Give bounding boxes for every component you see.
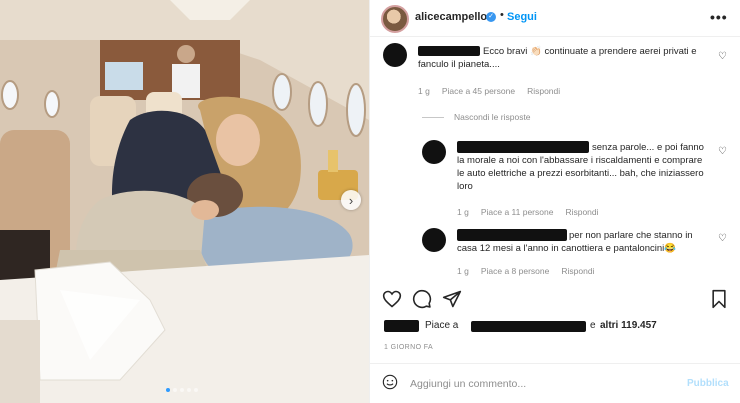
comment-meta: 1 g Piace a 8 persone Rispondi bbox=[457, 266, 594, 276]
comment-icon[interactable] bbox=[412, 289, 432, 309]
carousel-dot bbox=[194, 388, 198, 392]
avatar[interactable] bbox=[422, 228, 446, 252]
post-actions bbox=[370, 285, 740, 315]
reply-button[interactable]: Rispondi bbox=[561, 266, 594, 276]
username[interactable]: alicecampello bbox=[415, 11, 487, 23]
comment-text: Ecco bravi 👏🏻 continuate a prendere aere… bbox=[418, 46, 697, 70]
comment-age: 1 g bbox=[457, 207, 469, 217]
comment-age: 1 g bbox=[457, 266, 469, 276]
hide-replies-label: Nascondi le risposte bbox=[454, 112, 531, 122]
next-slide-button[interactable]: › bbox=[341, 190, 361, 210]
instagram-post-view: › alicecampello ✓ • Segui ••• Ecco bravi… bbox=[0, 0, 740, 403]
verified-badge-icon: ✓ bbox=[486, 12, 496, 22]
post-photo[interactable]: › bbox=[0, 0, 369, 403]
redacted-avatar bbox=[384, 320, 419, 332]
reply-button[interactable]: Rispondi bbox=[565, 207, 598, 217]
separator-bullet: • bbox=[500, 9, 504, 21]
carousel-indicator bbox=[166, 388, 198, 392]
comments-list[interactable]: Ecco bravi 👏🏻 continuate a prendere aere… bbox=[370, 37, 740, 280]
comment-likes[interactable]: Piace a 45 persone bbox=[442, 86, 515, 96]
avatar[interactable] bbox=[422, 140, 446, 164]
publish-button[interactable]: Pubblica bbox=[687, 378, 729, 389]
emoji-icon[interactable] bbox=[382, 374, 398, 390]
more-options-icon[interactable]: ••• bbox=[710, 9, 728, 25]
carousel-dot bbox=[166, 388, 170, 392]
reply-text: senza parole... e poi fanno la morale a … bbox=[457, 142, 704, 192]
heart-icon[interactable]: ♡ bbox=[718, 233, 727, 244]
reply-text: per non parlare che stanno in casa 12 me… bbox=[457, 230, 693, 254]
comment-input[interactable]: Aggiungi un commento... bbox=[410, 378, 526, 390]
heart-icon[interactable]: ♡ bbox=[718, 51, 727, 62]
likes-others[interactable]: altri 119.457 bbox=[600, 320, 657, 331]
comment-meta: 1 g Piace a 45 persone Rispondi bbox=[418, 86, 560, 96]
photo-illustration bbox=[0, 0, 369, 403]
comment-likes[interactable]: Piace a 8 persone bbox=[481, 266, 550, 276]
comment-likes[interactable]: Piace a 11 persone bbox=[481, 207, 554, 217]
share-icon[interactable] bbox=[442, 289, 462, 309]
comment-age: 1 g bbox=[418, 86, 430, 96]
avatar[interactable] bbox=[381, 5, 409, 33]
like-heart-icon[interactable] bbox=[382, 289, 402, 309]
divider bbox=[422, 116, 444, 118]
carousel-dot bbox=[180, 388, 184, 392]
likes-summary[interactable]: Piace a e altri 119.457 bbox=[384, 318, 734, 334]
chevron-right-icon: › bbox=[348, 192, 354, 208]
add-comment-bar: Aggiungi un commento... Pubblica bbox=[370, 363, 740, 403]
heart-icon[interactable]: ♡ bbox=[718, 146, 727, 157]
follow-button[interactable]: Segui bbox=[507, 11, 537, 23]
save-bookmark-icon[interactable] bbox=[710, 289, 728, 309]
post-timestamp[interactable]: 1 GIORNO FA bbox=[384, 344, 433, 351]
likes-prefix: Piace a bbox=[425, 320, 459, 331]
carousel-dot bbox=[187, 388, 191, 392]
redacted-username bbox=[471, 321, 586, 332]
post-side-panel: alicecampello ✓ • Segui ••• Ecco bravi 👏… bbox=[369, 0, 740, 403]
hide-replies-toggle[interactable]: Nascondi le risposte bbox=[422, 112, 531, 122]
comment-meta: 1 g Piace a 11 persone Rispondi bbox=[457, 207, 599, 217]
carousel-dot bbox=[173, 388, 177, 392]
reply-button[interactable]: Rispondi bbox=[527, 86, 560, 96]
avatar[interactable] bbox=[383, 43, 407, 67]
likes-conjunction: e bbox=[590, 320, 596, 331]
post-header: alicecampello ✓ • Segui ••• bbox=[370, 0, 740, 37]
